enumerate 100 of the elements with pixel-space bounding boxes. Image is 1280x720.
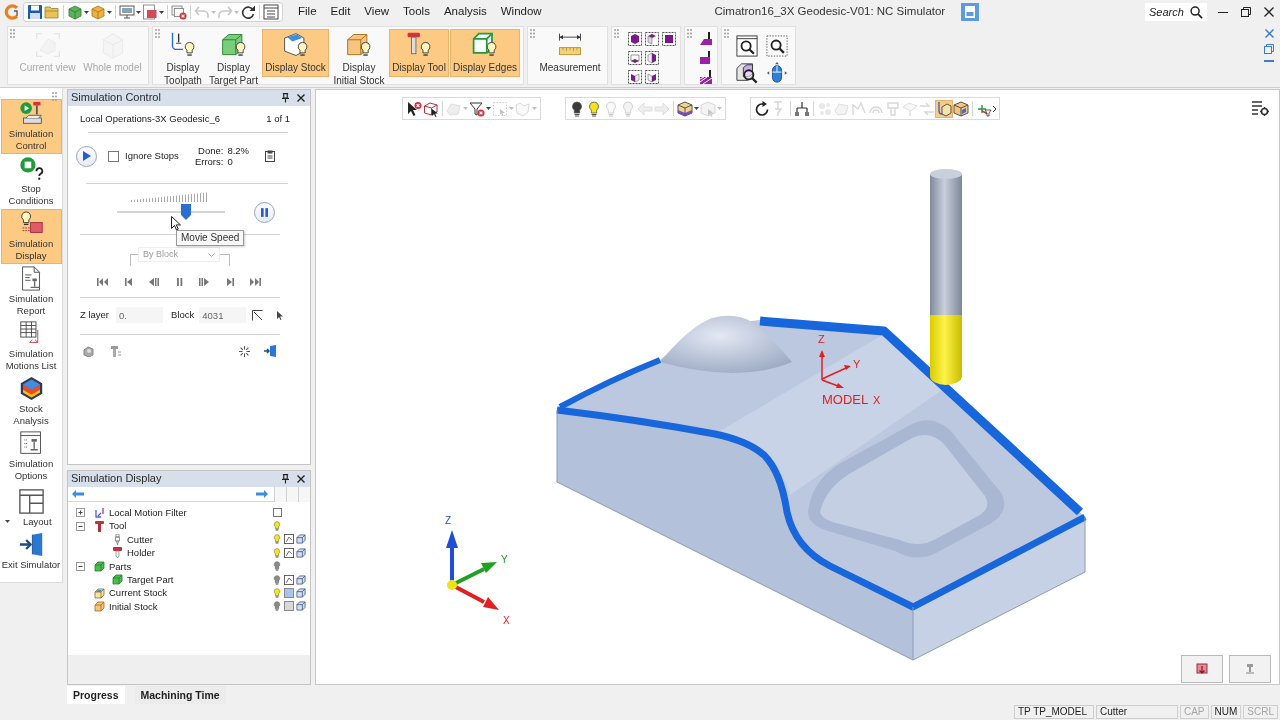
list-window-icon[interactable] xyxy=(263,4,279,20)
last-icon[interactable] xyxy=(250,277,262,287)
block-field[interactable]: 4031 xyxy=(199,307,247,323)
forward-icon[interactable] xyxy=(199,277,211,287)
search-icon[interactable] xyxy=(1190,5,1203,19)
milling-icon[interactable] xyxy=(697,68,714,85)
next-icon[interactable] xyxy=(224,277,236,287)
grip-icon[interactable] xyxy=(687,29,692,38)
tree-item[interactable]: Tool xyxy=(109,520,127,532)
shaded-cube-icon[interactable] xyxy=(296,601,306,612)
forward-arrow-icon[interactable] xyxy=(256,490,268,498)
tree-item[interactable]: Holder xyxy=(127,547,155,559)
exit-icon[interactable] xyxy=(264,345,276,357)
ignore-stops-checkbox[interactable] xyxy=(108,150,119,162)
grip-icon[interactable] xyxy=(10,29,15,38)
view-cube-icon[interactable] xyxy=(643,49,660,66)
folder-icon[interactable] xyxy=(44,4,60,20)
caret-icon[interactable] xyxy=(694,107,699,110)
grip-icon[interactable] xyxy=(155,29,160,38)
tool-icon[interactable] xyxy=(111,345,122,357)
tree-item[interactable]: Local Motion Filter xyxy=(109,507,187,519)
tool-part-icon[interactable] xyxy=(936,100,952,117)
shaded-cube-icon[interactable] xyxy=(296,574,306,585)
color-swatch[interactable] xyxy=(284,588,294,599)
bulb-icon[interactable] xyxy=(569,100,585,117)
milling-icon[interactable] xyxy=(697,30,714,47)
caret-icon[interactable] xyxy=(136,10,141,14)
tree-item[interactable]: Current Stock xyxy=(109,587,168,599)
caret-icon[interactable] xyxy=(159,10,164,14)
mouse-icon[interactable] xyxy=(766,61,788,84)
monitor-icon[interactable] xyxy=(119,4,135,20)
shaded-cube-icon[interactable] xyxy=(296,534,306,545)
zoom-part-icon[interactable] xyxy=(736,61,758,84)
back-arrow-icon[interactable] xyxy=(72,490,84,498)
axis-tree-icon[interactable] xyxy=(794,100,810,117)
ribbon-button[interactable]: Display Target Part xyxy=(206,29,261,89)
view-settings-icon[interactable] xyxy=(1251,100,1269,116)
menu-item[interactable]: Edit xyxy=(323,5,358,19)
caret-icon[interactable] xyxy=(486,107,491,110)
ribbon-button[interactable]: Measurement xyxy=(536,29,604,77)
zoom-area-icon[interactable] xyxy=(766,34,788,57)
corner-line-icon[interactable] xyxy=(252,309,264,321)
ribbon-button[interactable]: Display Tool xyxy=(389,29,449,77)
select-cursor-icon[interactable] xyxy=(406,100,422,117)
menu-item[interactable]: File xyxy=(291,5,324,19)
ribbon-button[interactable]: Display Toolpath xyxy=(161,29,205,89)
view-cube-icon[interactable] xyxy=(643,30,660,47)
floppy-icon[interactable] xyxy=(961,3,980,21)
pointer-icon[interactable] xyxy=(277,310,284,320)
shaded-cube-icon[interactable] xyxy=(296,588,306,599)
sidebar-item[interactable]: Exit Simulator xyxy=(0,530,62,573)
grip-icon[interactable] xyxy=(614,29,619,38)
sidebar-item[interactable]: Simulation Control xyxy=(0,99,62,154)
document-icon[interactable] xyxy=(142,4,158,20)
cube-icon[interactable] xyxy=(67,4,83,20)
tree-item[interactable]: Parts xyxy=(109,560,132,572)
collapse-icon[interactable] xyxy=(76,521,85,531)
grip-icon[interactable] xyxy=(530,29,535,38)
pin-icon[interactable] xyxy=(282,93,289,103)
view-cube-icon[interactable] xyxy=(626,49,643,66)
chevron-icon[interactable] xyxy=(993,105,996,112)
z-layer-field[interactable]: 0. xyxy=(116,307,164,323)
cube-icon[interactable] xyxy=(677,100,693,117)
sidebar-item[interactable]: Layout xyxy=(0,487,62,530)
app-logo-icon[interactable] xyxy=(4,4,20,20)
view-mode-button[interactable] xyxy=(1229,655,1271,683)
panel-tab[interactable]: Progress xyxy=(67,686,125,704)
panel-tab[interactable]: Machining Time xyxy=(134,686,226,704)
sidebar-item[interactable]: Simulation Options xyxy=(0,429,62,484)
restore-icon[interactable] xyxy=(1240,7,1251,17)
windows-close-icon[interactable] xyxy=(171,4,187,20)
caret-icon[interactable] xyxy=(107,10,112,14)
ribbon-button[interactable]: Display Initial Stock xyxy=(330,29,388,89)
view-cube-icon[interactable] xyxy=(643,68,660,85)
pin-icon[interactable] xyxy=(282,474,289,484)
sidebar-item[interactable]: Simulation Report xyxy=(0,264,62,319)
search-field[interactable]: Search xyxy=(1145,3,1207,21)
rotate-icon[interactable] xyxy=(754,100,770,117)
cube-icon[interactable] xyxy=(953,100,969,117)
refresh-icon[interactable] xyxy=(240,4,256,20)
zoom-window-icon[interactable] xyxy=(736,34,758,57)
view-mode-button[interactable] xyxy=(1181,655,1223,683)
wireframe-toggle-icon[interactable] xyxy=(284,534,294,545)
tree-item[interactable]: Target Part xyxy=(127,573,174,586)
grip-icon[interactable] xyxy=(724,29,729,38)
pause-button[interactable] xyxy=(254,201,275,223)
wireframe-toggle-icon[interactable] xyxy=(284,547,294,558)
filter-icon[interactable] xyxy=(469,100,485,117)
close-icon[interactable] xyxy=(297,475,305,483)
reverse-icon[interactable] xyxy=(148,277,160,287)
collapse-icon[interactable] xyxy=(76,561,85,571)
slider-thumb[interactable] xyxy=(181,204,192,220)
tree-item[interactable]: Initial Stock xyxy=(109,600,158,613)
close-icon[interactable] xyxy=(1263,7,1274,17)
grip-icon[interactable] xyxy=(52,92,57,101)
visibility-checkbox[interactable] xyxy=(272,508,282,518)
sidebar-item[interactable]: Stop Conditions xyxy=(0,154,62,209)
previous-icon[interactable] xyxy=(122,277,134,287)
ribbon-button[interactable]: Display Edges xyxy=(450,29,520,77)
ribbon-button[interactable]: Display Stock xyxy=(262,29,329,77)
